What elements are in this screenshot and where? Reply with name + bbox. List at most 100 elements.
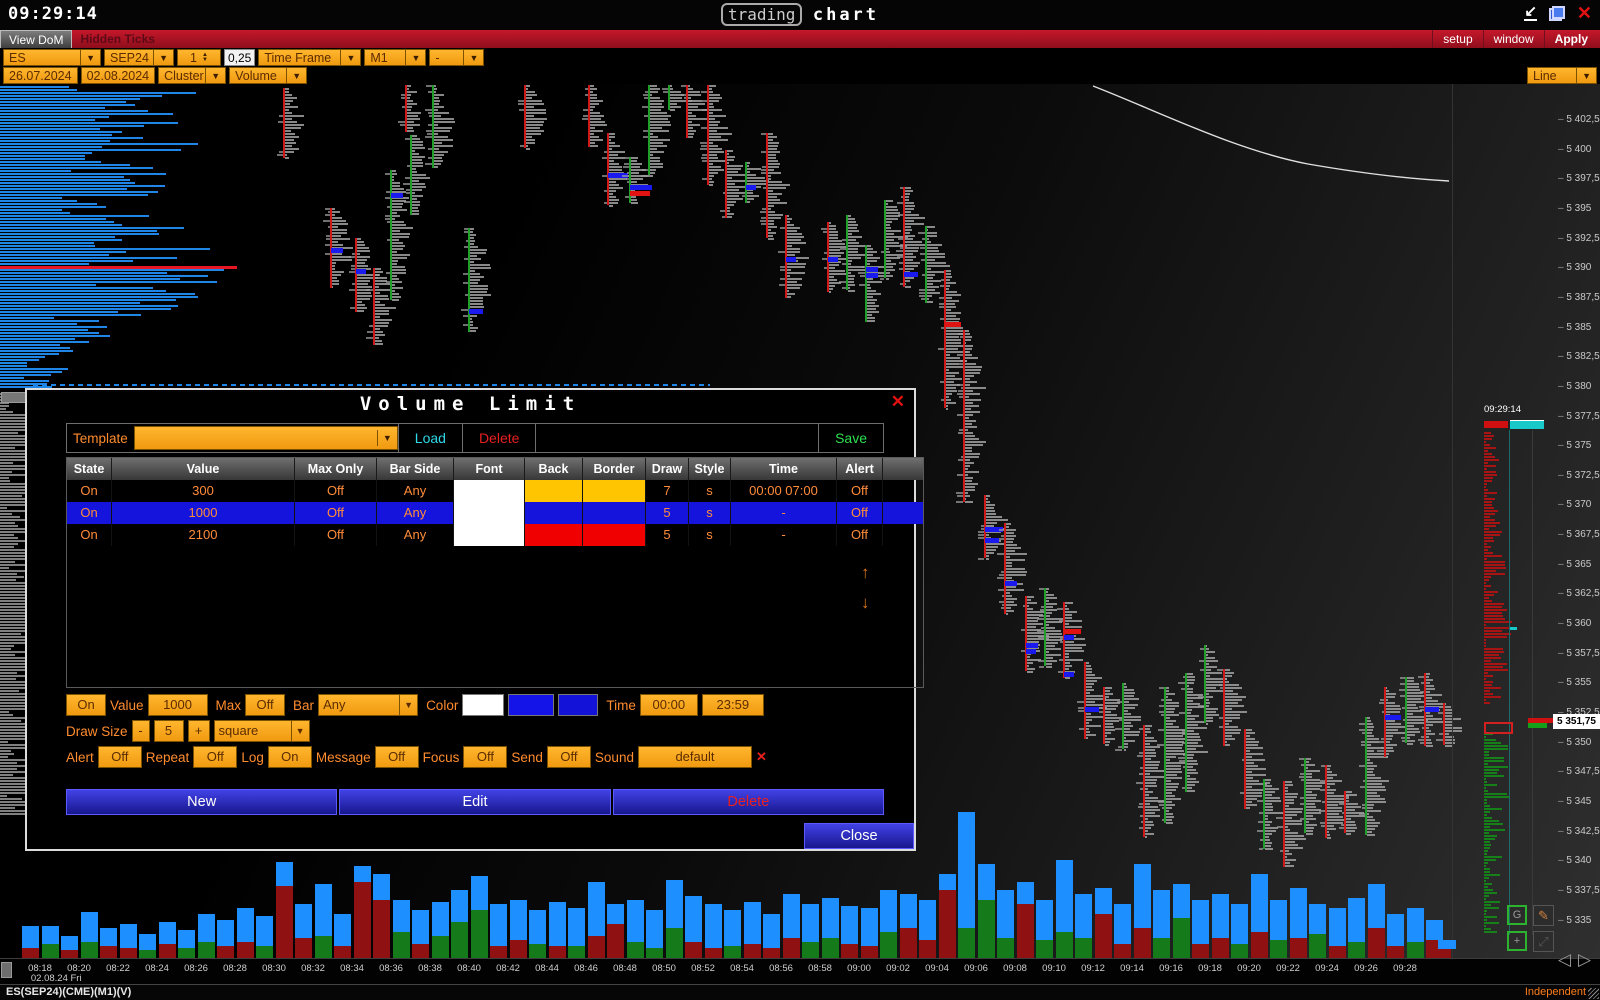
timeframe-label-select[interactable]: Time Frame▼ (258, 49, 361, 66)
sound-select[interactable]: default (638, 746, 752, 768)
spinner-arrows-icon[interactable]: ▲▼ (202, 53, 208, 63)
table-row[interactable]: On300OffAny7s00:00 07:00Off (67, 480, 923, 502)
save-button[interactable]: Save (819, 424, 883, 452)
load-button[interactable]: Load (398, 424, 463, 452)
grid-g-icon[interactable]: G (1507, 905, 1527, 925)
cluster-row (905, 214, 919, 216)
window-button[interactable]: window (1483, 30, 1544, 48)
column-header[interactable]: Border (583, 458, 646, 480)
cluster-row (1359, 729, 1365, 731)
column-header[interactable]: Time (731, 458, 837, 480)
cluster-row (427, 133, 432, 135)
edit-button[interactable]: Edit (339, 789, 610, 815)
repeat-toggle[interactable]: Off (193, 746, 237, 768)
mode-select[interactable]: Cluster▼ (158, 67, 226, 84)
back-color-swatch[interactable] (508, 694, 554, 716)
log-toggle[interactable]: On (268, 746, 312, 768)
column-header[interactable]: Value (112, 458, 295, 480)
nav-left-icon[interactable]: ◁ (1558, 950, 1571, 970)
message-toggle[interactable]: Off (375, 746, 419, 768)
time-to-input[interactable]: 23:59 (702, 694, 764, 716)
nav-right-icon[interactable]: ▷ (1578, 950, 1591, 970)
size-value[interactable]: 5 (154, 720, 184, 742)
cluster-row (332, 241, 338, 243)
value-input[interactable]: 1000 (148, 694, 208, 716)
tab-hidden-ticks[interactable]: Hidden Ticks (72, 30, 162, 48)
alert-toggle[interactable]: Off (98, 746, 142, 768)
cluster-row (965, 366, 982, 368)
expand-icon[interactable]: ⤢ (1533, 931, 1554, 952)
cluster-row (848, 284, 855, 286)
setup-button[interactable]: setup (1432, 30, 1482, 48)
column-header[interactable]: Style (689, 458, 731, 480)
submode-select[interactable]: Volume▼ (229, 67, 307, 84)
volume-profile-row (0, 107, 105, 109)
max-toggle[interactable]: Off (245, 694, 285, 716)
volume-profile-row (0, 356, 45, 358)
minimize-icon[interactable]: ↙ (1524, 5, 1537, 21)
column-header[interactable]: State (67, 458, 112, 480)
template-name-input[interactable] (536, 424, 819, 452)
cluster-row (848, 227, 857, 229)
cluster-row (1407, 725, 1414, 727)
sound-remove-icon[interactable]: ✕ (756, 749, 767, 765)
extra-select[interactable]: -▼ (429, 49, 484, 66)
delete-button[interactable]: Delete (613, 789, 884, 815)
column-header[interactable]: Draw (646, 458, 689, 480)
font-color-swatch[interactable] (462, 694, 504, 716)
resize-grip[interactable] (1588, 988, 1599, 999)
dom-ask-row (1484, 504, 1492, 506)
cluster-row (1145, 740, 1157, 742)
column-header[interactable]: Back (525, 458, 583, 480)
border-color-swatch[interactable] (558, 694, 598, 716)
focus-toggle[interactable]: Off (463, 746, 507, 768)
template-select[interactable]: ▼ (134, 426, 398, 450)
restore-icon[interactable] (1549, 6, 1565, 21)
cluster-row (1321, 825, 1325, 827)
time-from-input[interactable]: 00:00 (640, 694, 698, 716)
apply-button[interactable]: Apply (1544, 30, 1598, 48)
column-header[interactable]: Max Only (295, 458, 377, 480)
gray-profile-row (0, 690, 19, 692)
cluster-row (1001, 571, 1004, 573)
cluster-row (1265, 833, 1272, 835)
size-plus-button[interactable]: + (188, 720, 210, 742)
delete-template-button[interactable]: Delete (463, 424, 536, 452)
timeframe-select[interactable]: M1▼ (364, 49, 426, 66)
qty-stepper[interactable]: 1▲▼ (177, 49, 221, 66)
date-from-button[interactable]: 26.07.2024 (3, 67, 78, 84)
cluster-row (768, 169, 774, 171)
new-button[interactable]: New (66, 789, 337, 815)
line-style-select[interactable]: Line▼ (1527, 67, 1597, 84)
column-header[interactable]: Bar Side (377, 458, 454, 480)
bar-side-select[interactable]: Any▼ (318, 694, 418, 716)
crosshair-icon[interactable]: + (1507, 931, 1527, 951)
pencil-icon[interactable]: ✎ (1533, 905, 1554, 926)
dialog-close-icon[interactable]: ✕ (891, 392, 905, 412)
size-minus-button[interactable]: - (132, 720, 150, 742)
table-row[interactable]: On2100OffAny5s-Off (67, 524, 923, 546)
axis-corner-box[interactable] (1, 962, 12, 978)
cluster-row (520, 145, 524, 147)
column-header[interactable]: Alert (837, 458, 883, 480)
time-axis-label: 09:16 (1159, 963, 1183, 974)
close-button[interactable]: Close (804, 823, 914, 849)
cluster-row (412, 177, 430, 179)
table-row[interactable]: On1000OffAny5s-Off (67, 502, 923, 524)
cluster-row (1327, 780, 1342, 782)
column-header[interactable]: Font (454, 458, 525, 480)
send-toggle[interactable]: Off (547, 746, 591, 768)
shape-select[interactable]: square▼ (214, 720, 310, 742)
cluster-row (1200, 648, 1204, 650)
move-down-icon[interactable]: ↓ (861, 593, 870, 613)
cluster-row (867, 248, 873, 250)
contract-select[interactable]: SEP24▼ (104, 49, 174, 66)
date-to-button[interactable]: 02.08.2024 (81, 67, 156, 84)
move-up-icon[interactable]: ↑ (861, 563, 870, 583)
symbol-select[interactable]: ES▼ (3, 49, 101, 66)
cluster-row (1105, 738, 1115, 740)
tab-view-dom[interactable]: View DoM (0, 30, 72, 48)
volume-bar-delta (1056, 932, 1073, 958)
close-window-icon[interactable]: ✕ (1577, 6, 1592, 21)
state-toggle[interactable]: On (66, 694, 106, 716)
